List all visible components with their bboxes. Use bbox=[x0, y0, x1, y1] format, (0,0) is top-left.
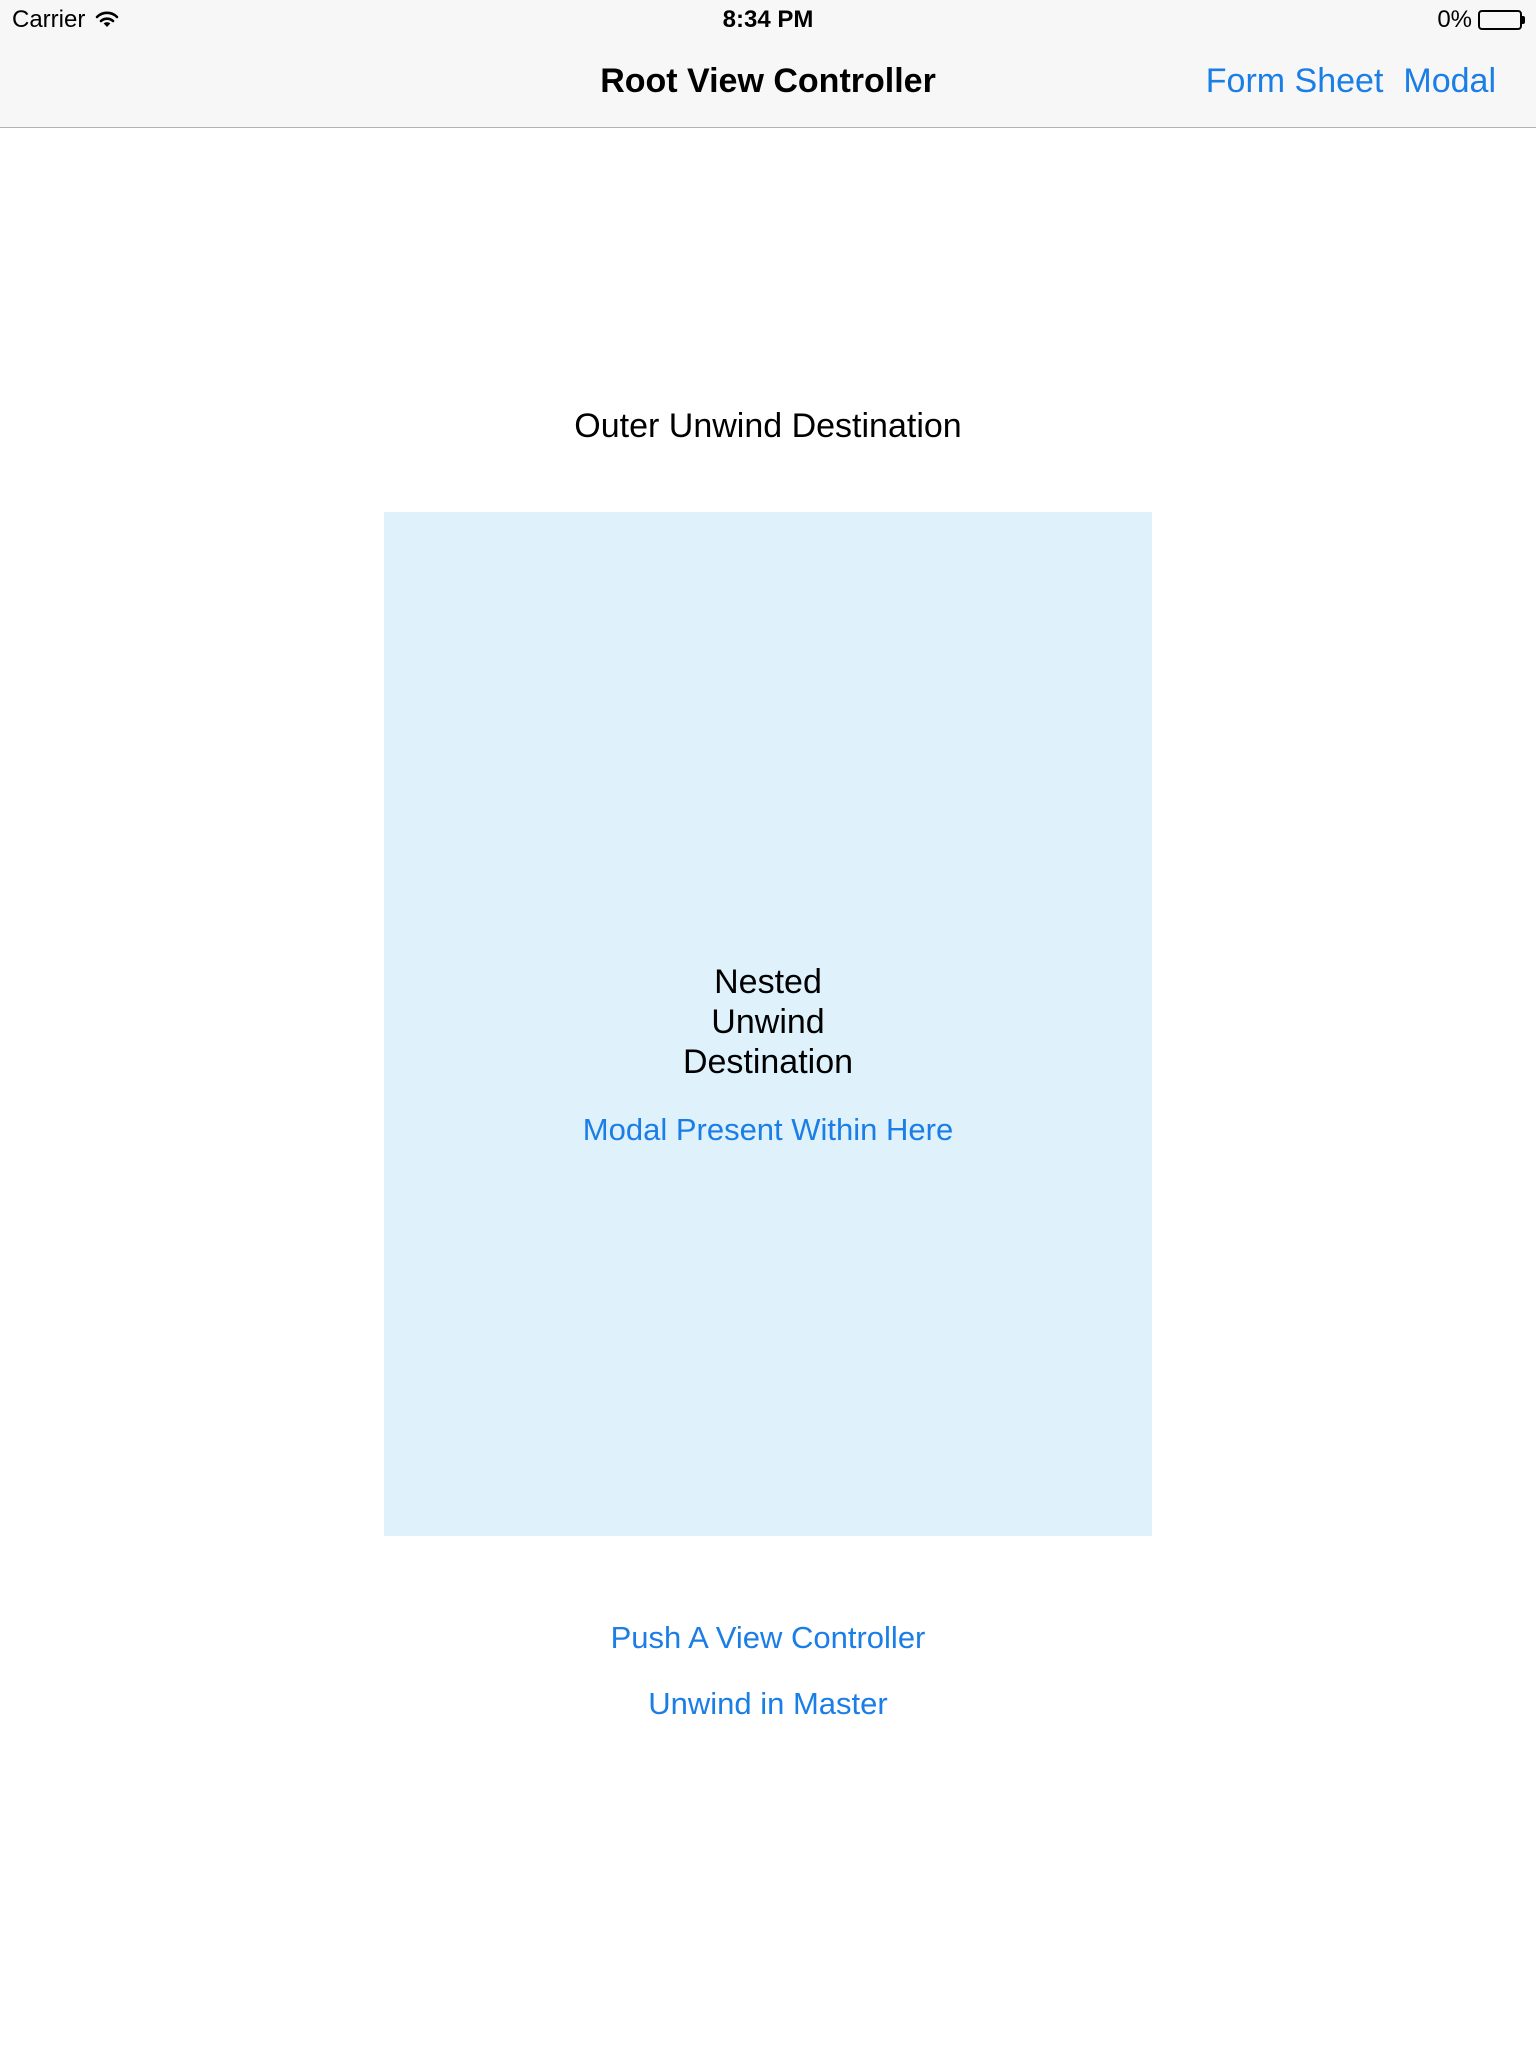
nested-label-line: Destination bbox=[682, 1043, 854, 1081]
unwind-in-master-button[interactable]: Unwind in Master bbox=[0, 1686, 1536, 1722]
push-view-controller-button[interactable]: Push A View Controller bbox=[0, 1620, 1536, 1656]
nav-right-buttons: Form Sheet Modal bbox=[1206, 62, 1496, 101]
navigation-bar: Root View Controller Form Sheet Modal bbox=[0, 40, 1536, 128]
nested-container: Nested Unwind Destination Modal Present … bbox=[384, 512, 1152, 1536]
nested-label-line: Nested bbox=[714, 963, 822, 1001]
nested-label-line: Unwind bbox=[711, 1003, 825, 1041]
status-bar: Carrier 8:34 PM 0% bbox=[0, 0, 1536, 40]
outer-unwind-label: Outer Unwind Destination bbox=[574, 407, 962, 445]
battery-percent: 0% bbox=[1437, 6, 1472, 33]
status-battery: 0% bbox=[1437, 6, 1525, 34]
battery-icon bbox=[1478, 10, 1525, 30]
nested-unwind-label: Nested Unwind Destination bbox=[384, 962, 1152, 1082]
modal-present-within-button[interactable]: Modal Present Within Here bbox=[384, 1112, 1152, 1148]
form-sheet-button[interactable]: Form Sheet bbox=[1206, 62, 1384, 101]
status-time: 8:34 PM bbox=[722, 6, 814, 33]
modal-button[interactable]: Modal bbox=[1403, 62, 1496, 101]
